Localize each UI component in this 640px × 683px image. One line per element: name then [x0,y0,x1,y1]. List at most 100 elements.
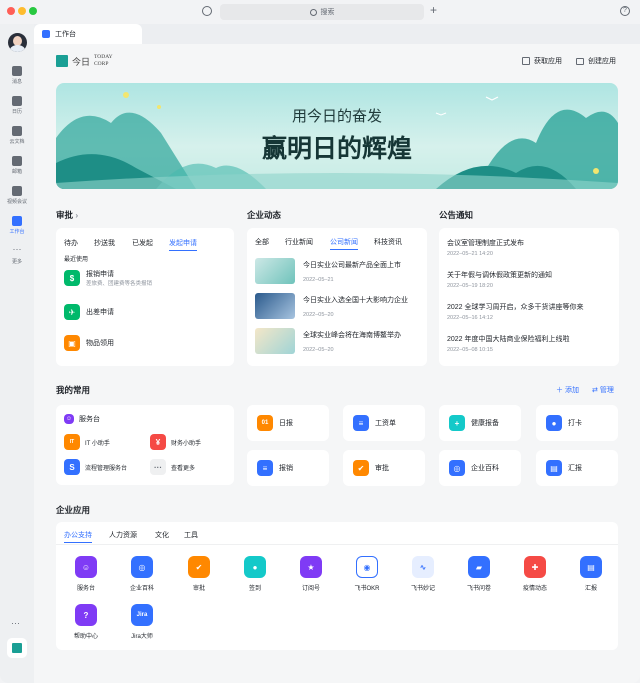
approval-title[interactable]: 审批 › [56,209,78,221]
get-apps-button[interactable]: 获取应用 [522,56,562,66]
notice-item[interactable]: 会议室管理制度正式发布 2022–05–21 14:20 [447,238,524,257]
tile-daily-report[interactable]: 01 日报 [247,405,329,441]
add-favorite-button[interactable]: ＋ 添加 [556,385,579,395]
sidebar-item-messages[interactable]: 消息 [0,66,34,85]
approval-item-reimburse[interactable]: $ 报销申请 差旅费、团建费等各类报销 [64,269,152,287]
avatar[interactable] [8,33,27,52]
sidebar-item-more[interactable]: ··· 更多 [0,244,34,266]
wiki-icon: ◎ [449,460,465,476]
docs-icon [12,126,22,136]
tile-payslip[interactable]: ≡ 工资单 [343,405,425,441]
workbench-shortcut-button[interactable] [7,638,27,658]
workbench-icon [42,30,50,38]
close-window-button[interactable] [7,7,15,15]
app-survey[interactable]: ▰ 飞书问卷 [459,556,499,592]
history-icon[interactable] [202,6,212,16]
app-jira[interactable]: Jira Jira大师 [122,604,162,640]
tab-new-request[interactable]: 发起申请 [169,238,197,251]
tile-approval[interactable]: ✔ 审批 [343,450,425,486]
tile-health-report[interactable]: + 健康报备 [439,405,521,441]
star-icon: ★ [300,556,322,578]
apps-tab-tools[interactable]: 工具 [184,530,198,540]
service-desk-header[interactable]: ☺ 服务台 [64,414,100,424]
search-box[interactable]: 搜索 [220,4,424,20]
approval-icon: ✔ [188,556,210,578]
more-icon: ··· [12,244,22,254]
approval-item-travel[interactable]: ✈ 出差申请 [64,304,114,320]
report-icon: ▤ [546,460,562,476]
app-approval[interactable]: ✔ 审批 [179,556,219,592]
more-options-icon[interactable]: ··· [11,618,20,628]
tab-workbench[interactable]: 工作台 [34,24,142,44]
apps-tab-culture[interactable]: 文化 [155,530,169,540]
maximize-window-button[interactable] [29,7,37,15]
app-service-desk[interactable]: ☺ 服务台 [66,556,106,592]
approval-item-supplies[interactable]: ▣ 物品领用 [64,335,114,351]
tile-reimburse[interactable]: ≡ 报销 [247,450,329,486]
app-minutes[interactable]: ∿ 飞书妙记 [403,556,443,592]
finance-assistant-link[interactable]: ¥ 财务小助手 [150,434,201,450]
sidebar-item-calendar[interactable]: 日历 [0,96,34,115]
notice-item[interactable]: 2022 年度中国大陆商业保险福利上线啦 2022–05–08 10:15 [447,334,570,353]
process-service-link[interactable]: S 流程管理服务台 [64,459,127,475]
enterprise-apps-title: 企业应用 [56,505,91,515]
notice-item[interactable]: 关于年假与调休假政策更新的通知 2022–05–19 18:20 [447,270,552,289]
news-item[interactable]: 全球实业峰会将在海南博鳌举办 2022–05–20 [255,328,401,354]
recent-label: 最近使用 [64,257,89,263]
service-icon: ☺ [75,556,97,578]
add-icon[interactable]: + [430,3,437,17]
report-icon: ▤ [580,556,602,578]
favorites-title: 我的常用 [56,385,91,395]
app-epidemic[interactable]: ✚ 疫情动态 [515,556,555,592]
news-item[interactable]: 今日实业入选全国十大影响力企业 2022–05–20 [255,293,408,319]
enterprise-apps-card: 办公支持 人力资源 文化 工具 ☺ 服务台 ◎ 企业百科 ✔ 审批 ● 签到 ★ 订阅号 … [56,522,618,650]
sidebar-item-mail[interactable]: 邮箱 [0,156,34,175]
help-icon[interactable]: ? [620,6,630,16]
location-icon: ● [546,415,562,431]
survey-icon: ▰ [468,556,490,578]
minimize-window-button[interactable] [18,7,26,15]
news-tab-all[interactable]: 全部 [255,237,269,247]
epidemic-icon: ✚ [524,556,546,578]
service-icon: ☺ [64,414,74,424]
create-app-button[interactable]: 创建应用 [576,56,616,66]
news-tab-tech[interactable]: 科技资讯 [374,237,402,247]
notice-card: 会议室管理制度正式发布 2022–05–21 14:20 关于年假与调休假政策更新… [439,228,619,366]
apps-tab-office[interactable]: 办公支持 [64,530,92,543]
tile-wiki[interactable]: ◎ 企业百科 [439,450,521,486]
tile-check-in[interactable]: ● 打卡 [536,405,618,441]
sidebar-item-video[interactable]: 视频会议 [0,186,34,205]
it-assistant-link[interactable]: IT IT 小助手 [64,434,110,450]
news-item[interactable]: 今日实业公司最新产品全面上市 2022–05–21 [255,258,401,284]
news-tab-company[interactable]: 公司新闻 [330,237,358,250]
logo-building-icon [56,55,68,67]
app-help-center[interactable]: ? 帮助中心 [66,604,106,640]
video-icon [12,186,22,196]
manage-favorites-button[interactable]: ⇄ 管理 [592,385,614,395]
sidebar-item-docs[interactable]: 云文档 [0,126,34,145]
news-tab-industry[interactable]: 行业新闻 [285,237,313,247]
app-window: 搜索 + ? 消息 日历 云文档 邮箱 视频会议 工作台 ··· 更多 ··· 工… [0,0,640,683]
app-sign-in[interactable]: ● 签到 [235,556,275,592]
money-icon: $ [64,270,80,286]
main-content: 今日 TODAY CORP 获取应用 创建应用 用今日的奋发 赢明日的辉煌 审批… [34,44,640,683]
app-subscription[interactable]: ★ 订阅号 [291,556,331,592]
view-more-link[interactable]: ··· 查看更多 [150,459,195,475]
reimburse-icon: ≡ [257,460,273,476]
app-report[interactable]: ▤ 汇报 [571,556,611,592]
service-desk-card: ☺ 服务台 IT IT 小助手 ¥ 财务小助手 S 流程管理服务台 ··· 查看… [56,405,234,485]
tile-report[interactable]: ▤ 汇报 [536,450,618,486]
tab-cc-me[interactable]: 抄送我 [94,238,115,248]
search-placeholder: 搜索 [320,9,335,16]
app-wiki[interactable]: ◎ 企业百科 [122,556,162,592]
tab-initiated[interactable]: 已发起 [132,238,153,248]
apps-tab-hr[interactable]: 人力资源 [109,530,137,540]
news-title: 企业动态 [247,210,282,220]
app-okr[interactable]: ◉ 飞书OKR [347,556,387,592]
tab-pending[interactable]: 待办 [64,238,78,248]
chat-icon [12,66,22,76]
sidebar-item-workbench[interactable]: 工作台 [0,216,34,235]
notice-item[interactable]: 2022 全球学习周开启，众多干货讲座等你来 2022–05–16 14:12 [447,302,584,321]
help-icon: ? [75,604,97,626]
yen-icon: ¥ [150,434,166,450]
